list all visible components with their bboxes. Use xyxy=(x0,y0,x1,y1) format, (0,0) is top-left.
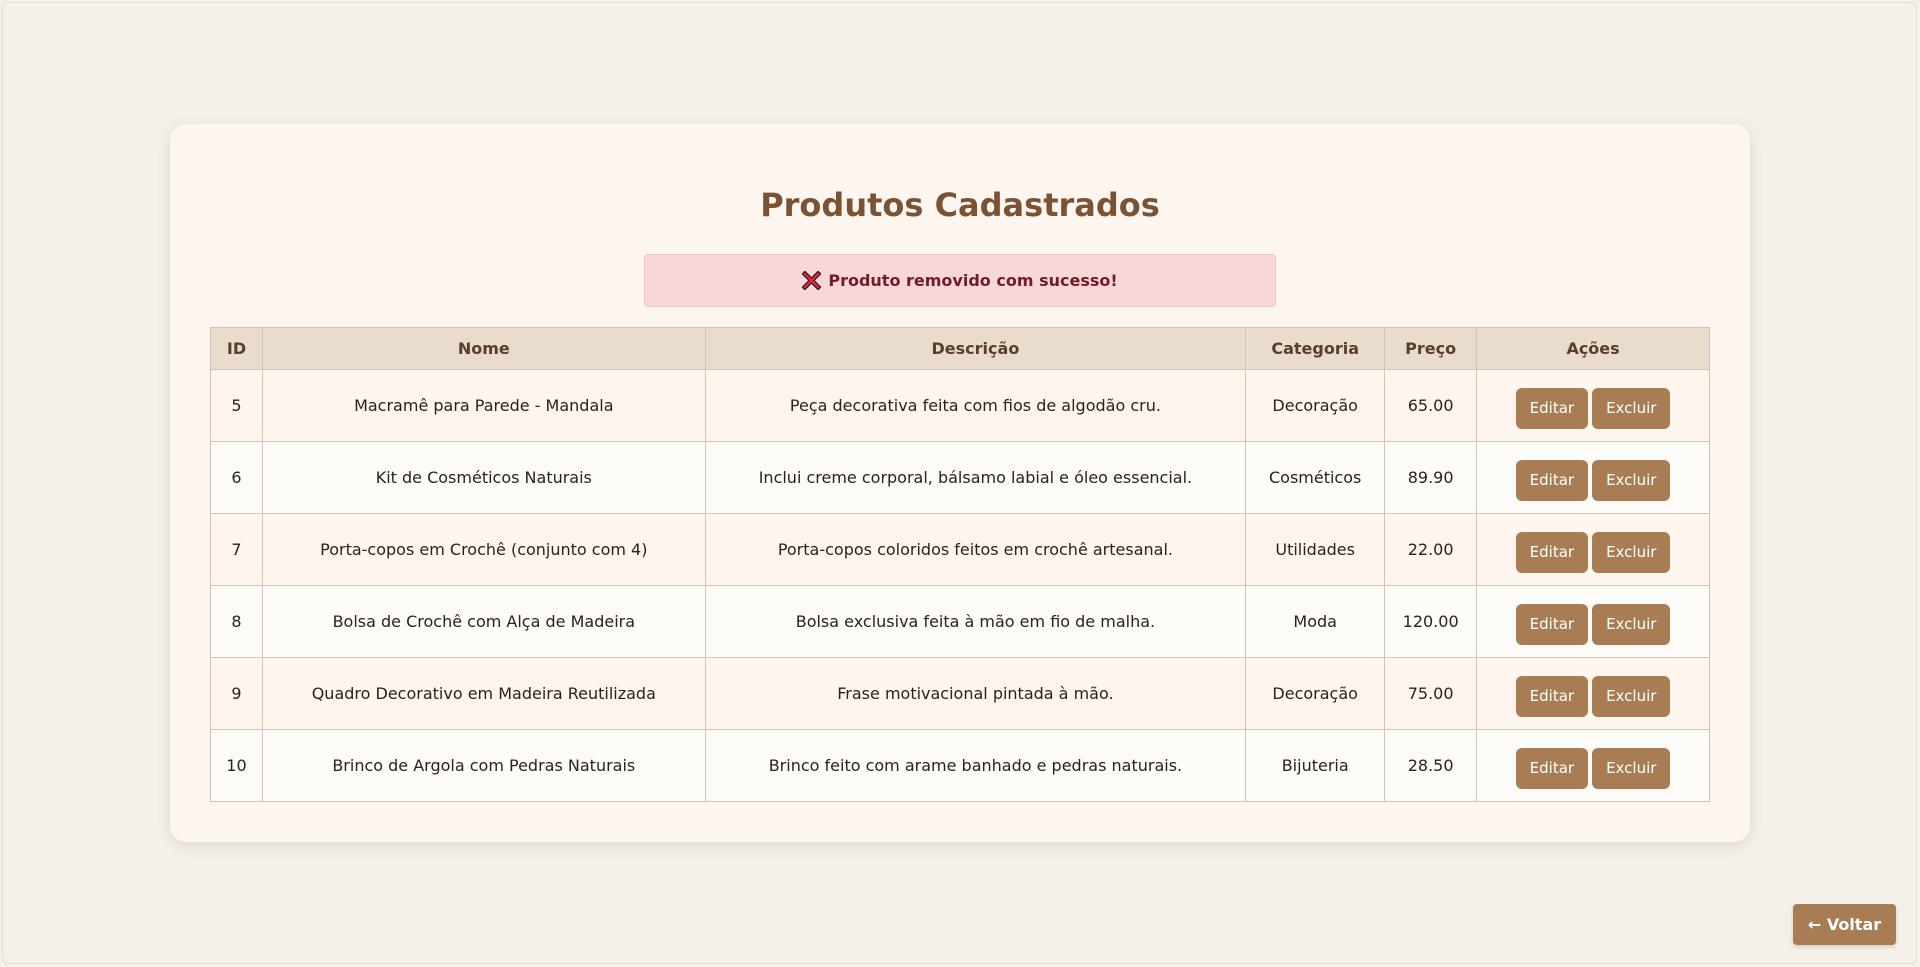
cell-categoria: Cosméticos xyxy=(1245,441,1386,514)
cell-categoria: Moda xyxy=(1245,585,1386,658)
alert-message: Produto removido com sucesso! xyxy=(828,271,1118,290)
cell-preco: 65.00 xyxy=(1384,369,1478,442)
page-title: Produtos Cadastrados xyxy=(760,186,1160,224)
table-row: 9 Quadro Decorativo em Madeira Reutiliza… xyxy=(210,657,1710,730)
cell-id: 8 xyxy=(210,585,263,658)
cell-descricao: Porta-copos coloridos feitos em crochê a… xyxy=(704,513,1247,586)
cell-preco: 120.00 xyxy=(1384,585,1478,658)
delete-button[interactable]: Excluir xyxy=(1592,459,1671,501)
edit-button[interactable]: Editar xyxy=(1515,459,1589,501)
header-preco: Preço xyxy=(1384,327,1478,370)
table-row: 5 Macramê para Parede - Mandala Peça dec… xyxy=(210,369,1710,442)
back-button[interactable]: ← Voltar xyxy=(1793,904,1896,945)
delete-button[interactable]: Excluir xyxy=(1592,531,1671,573)
cell-id: 10 xyxy=(210,729,263,802)
cell-nome: Kit de Cosméticos Naturais xyxy=(261,441,706,514)
cell-preco: 28.50 xyxy=(1384,729,1478,802)
edit-button[interactable]: Editar xyxy=(1515,603,1589,645)
header-descricao: Descrição xyxy=(704,327,1247,370)
cell-acoes: Editar Excluir xyxy=(1476,729,1710,802)
cell-acoes: Editar Excluir xyxy=(1476,585,1710,658)
header-categoria: Categoria xyxy=(1245,327,1386,370)
delete-button[interactable]: Excluir xyxy=(1592,387,1671,429)
header-nome: Nome xyxy=(261,327,706,370)
cell-categoria: Utilidades xyxy=(1245,513,1386,586)
success-alert: Produto removido com sucesso! xyxy=(644,254,1276,307)
cell-acoes: Editar Excluir xyxy=(1476,369,1710,442)
cell-id: 5 xyxy=(210,369,263,442)
cell-id: 9 xyxy=(210,657,263,730)
cell-nome: Porta-copos em Crochê (conjunto com 4) xyxy=(261,513,706,586)
cell-nome: Macramê para Parede - Mandala xyxy=(261,369,706,442)
cell-preco: 75.00 xyxy=(1384,657,1478,730)
edit-button[interactable]: Editar xyxy=(1515,531,1589,573)
products-table: ID Nome Descrição Categoria Preço Ações … xyxy=(210,327,1710,802)
cell-id: 6 xyxy=(210,441,263,514)
cell-preco: 22.00 xyxy=(1384,513,1478,586)
delete-button[interactable]: Excluir xyxy=(1592,747,1671,789)
cell-categoria: Decoração xyxy=(1245,369,1386,442)
table-row: 7 Porta-copos em Crochê (conjunto com 4)… xyxy=(210,513,1710,586)
cell-descricao: Bolsa exclusiva feita à mão em fio de ma… xyxy=(704,585,1247,658)
cell-descricao: Peça decorativa feita com fios de algodã… xyxy=(704,369,1247,442)
cell-nome: Bolsa de Crochê com Alça de Madeira xyxy=(261,585,706,658)
delete-button[interactable]: Excluir xyxy=(1592,603,1671,645)
table-row: 8 Bolsa de Crochê com Alça de Madeira Bo… xyxy=(210,585,1710,658)
cell-nome: Quadro Decorativo em Madeira Reutilizada xyxy=(261,657,706,730)
cell-descricao: Inclui creme corporal, bálsamo labial e … xyxy=(704,441,1247,514)
close-x-icon xyxy=(802,271,822,290)
cell-categoria: Decoração xyxy=(1245,657,1386,730)
cell-acoes: Editar Excluir xyxy=(1476,657,1710,730)
header-id: ID xyxy=(210,327,263,370)
edit-button[interactable]: Editar xyxy=(1515,675,1589,717)
table-row: 6 Kit de Cosméticos Naturais Inclui crem… xyxy=(210,441,1710,514)
delete-button[interactable]: Excluir xyxy=(1592,675,1671,717)
cell-categoria: Bijuteria xyxy=(1245,729,1386,802)
cell-descricao: Brinco feito com arame banhado e pedras … xyxy=(704,729,1247,802)
table-header-row: ID Nome Descrição Categoria Preço Ações xyxy=(210,327,1710,370)
edit-button[interactable]: Editar xyxy=(1515,747,1589,789)
cell-preco: 89.90 xyxy=(1384,441,1478,514)
table-row: 10 Brinco de Argola com Pedras Naturais … xyxy=(210,729,1710,802)
header-acoes: Ações xyxy=(1476,327,1710,370)
cell-nome: Brinco de Argola com Pedras Naturais xyxy=(261,729,706,802)
edit-button[interactable]: Editar xyxy=(1515,387,1589,429)
cell-acoes: Editar Excluir xyxy=(1476,441,1710,514)
cell-descricao: Frase motivacional pintada à mão. xyxy=(704,657,1247,730)
cell-acoes: Editar Excluir xyxy=(1476,513,1710,586)
cell-id: 7 xyxy=(210,513,263,586)
